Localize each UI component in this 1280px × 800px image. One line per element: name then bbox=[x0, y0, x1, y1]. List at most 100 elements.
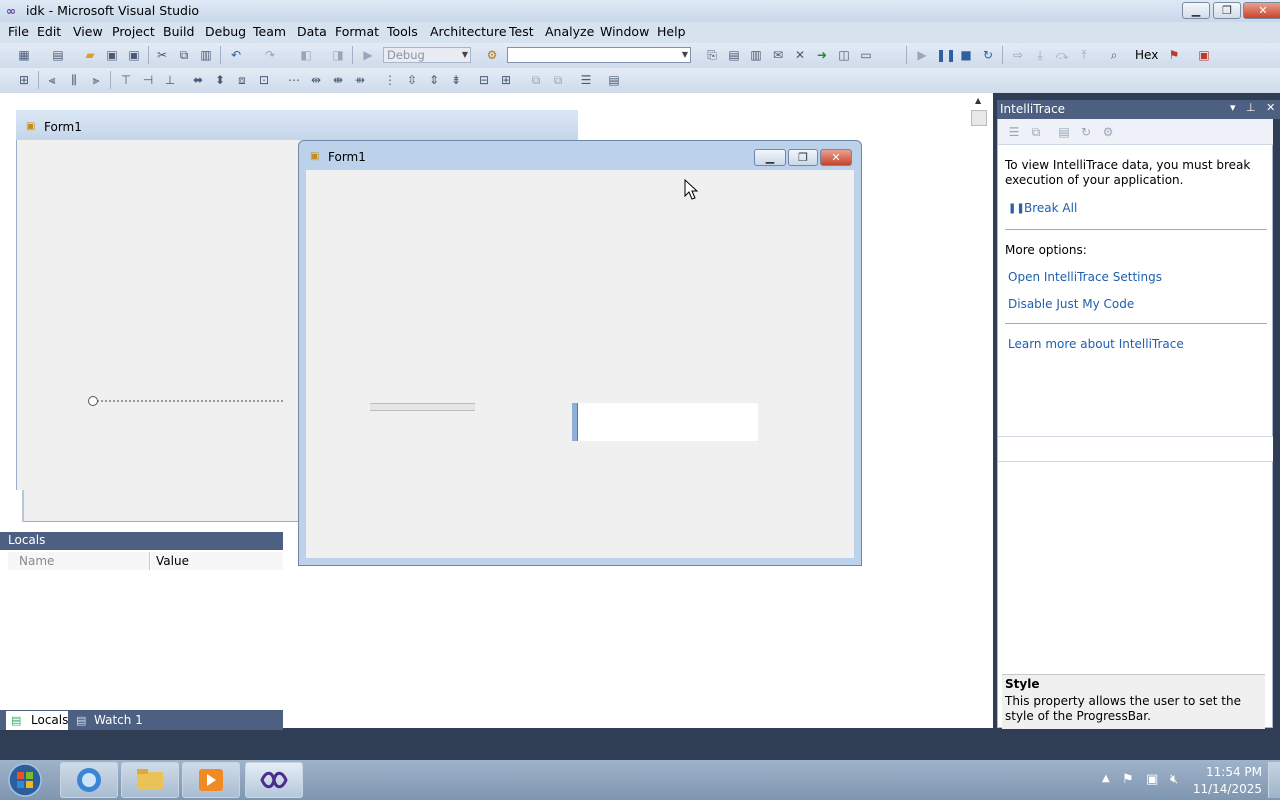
resize-handle[interactable] bbox=[88, 396, 98, 406]
align-middles-icon[interactable]: ⊣ bbox=[140, 73, 156, 87]
form-maximize-button[interactable]: ❐ bbox=[788, 149, 818, 166]
textbox[interactable] bbox=[572, 403, 758, 441]
redo-icon[interactable]: ↷ bbox=[262, 48, 278, 62]
taskbar-explorer-button[interactable] bbox=[121, 762, 179, 798]
save-all-icon[interactable]: ▣ bbox=[126, 48, 142, 62]
make-same-size-icon[interactable]: ⧈ bbox=[234, 73, 250, 87]
new-project-icon[interactable]: ▦ bbox=[16, 48, 32, 62]
restore-button[interactable]: ❐ bbox=[1213, 2, 1241, 19]
start-debugging-icon[interactable]: ▶ bbox=[360, 48, 376, 62]
refresh-icon[interactable]: ↻ bbox=[1078, 125, 1094, 139]
decrease-horizontal-spacing-icon[interactable]: ⇼ bbox=[330, 73, 346, 87]
command-window-icon[interactable]: ▭ bbox=[858, 48, 874, 62]
make-vertical-spacing-equal-icon[interactable]: ⋮ bbox=[382, 73, 398, 87]
taskbar-visual-studio-button[interactable] bbox=[245, 762, 303, 798]
close-icon[interactable]: ✕ bbox=[1266, 101, 1275, 114]
menu-data[interactable]: Data bbox=[297, 24, 327, 39]
menu-tools[interactable]: Tools bbox=[387, 24, 418, 39]
size-to-grid-icon[interactable]: ⊡ bbox=[256, 73, 272, 87]
clock-time[interactable]: 11:54 PM bbox=[1190, 765, 1262, 779]
close-button[interactable]: ✕ bbox=[1243, 2, 1280, 19]
restart-icon[interactable]: ↻ bbox=[980, 48, 996, 62]
menu-analyze[interactable]: Analyze bbox=[545, 24, 594, 39]
settings-icon[interactable]: ⚙ bbox=[1100, 125, 1116, 139]
break-all-icon[interactable]: ❚❚ bbox=[936, 48, 956, 62]
paste-icon[interactable]: ▥ bbox=[198, 48, 214, 62]
send-to-back-icon[interactable]: ⧉ bbox=[550, 73, 566, 87]
copy-icon[interactable]: ⧉ bbox=[176, 48, 192, 62]
show-next-statement-icon[interactable]: ⇨ bbox=[1010, 48, 1026, 62]
learn-more-link[interactable]: Learn more about IntelliTrace bbox=[1008, 337, 1184, 351]
menu-team[interactable]: Team bbox=[253, 24, 286, 39]
bring-to-front-icon[interactable]: ⧉ bbox=[528, 73, 544, 87]
cut-icon[interactable]: ✂ bbox=[154, 48, 170, 62]
show-hidden-icons-icon[interactable]: ▲ bbox=[1102, 773, 1110, 784]
properties-icon[interactable]: ▥ bbox=[748, 48, 764, 62]
undo-icon[interactable]: ↶ bbox=[228, 48, 244, 62]
taskbar-ie-button[interactable] bbox=[60, 762, 118, 798]
minimize-button[interactable]: ▁ bbox=[1182, 2, 1210, 19]
menu-window[interactable]: Window bbox=[600, 24, 649, 39]
step-into-icon[interactable]: ⤓ bbox=[1032, 48, 1048, 62]
find-in-files-icon[interactable]: ⎘ bbox=[704, 48, 720, 62]
menu-file[interactable]: File bbox=[8, 24, 29, 39]
add-item-icon[interactable]: ▤ bbox=[50, 48, 66, 62]
menu-help[interactable]: Help bbox=[657, 24, 686, 39]
break-all-link[interactable]: Break All bbox=[1024, 201, 1077, 215]
menu-debug[interactable]: Debug bbox=[205, 24, 246, 39]
hex-display-toggle[interactable]: Hex bbox=[1135, 48, 1158, 62]
make-same-height-icon[interactable]: ⬍ bbox=[212, 73, 228, 87]
remove-horizontal-spacing-icon[interactable]: ⇻ bbox=[352, 73, 368, 87]
network-icon[interactable]: ▣ bbox=[1146, 772, 1158, 787]
clock-date[interactable]: 11/14/2025 bbox=[1190, 782, 1262, 796]
filter-icon[interactable]: ⧉ bbox=[1028, 125, 1044, 139]
object-browser-icon[interactable]: ✉ bbox=[770, 48, 786, 62]
form-close-button[interactable]: ✕ bbox=[820, 149, 852, 166]
form-minimize-button[interactable]: ▁ bbox=[754, 149, 786, 166]
make-same-width-icon[interactable]: ⬌ bbox=[190, 73, 206, 87]
menu-architecture[interactable]: Architecture bbox=[430, 24, 507, 39]
pin-icon[interactable]: ⊥ bbox=[1246, 101, 1256, 114]
navigate-forward-icon[interactable]: ◨ bbox=[330, 48, 346, 62]
align-lefts-icon[interactable]: ⫷ bbox=[44, 73, 60, 87]
lock-controls-icon[interactable]: ▤ bbox=[606, 73, 622, 87]
open-folder-icon[interactable]: ▰ bbox=[82, 48, 98, 62]
open-intellitrace-settings-link[interactable]: Open IntelliTrace Settings bbox=[1008, 270, 1162, 284]
align-to-grid-icon[interactable]: ⊞ bbox=[16, 73, 32, 87]
panel-splitter[interactable] bbox=[998, 436, 1273, 462]
save-icon[interactable]: ▣ bbox=[104, 48, 120, 62]
decrease-vertical-spacing-icon[interactable]: ⇕ bbox=[426, 73, 442, 87]
increase-vertical-spacing-icon[interactable]: ⇳ bbox=[404, 73, 420, 87]
stop-debugging-icon[interactable]: ■ bbox=[958, 48, 974, 62]
menu-view[interactable]: View bbox=[73, 24, 103, 39]
volume-muted-icon[interactable]: 🔇︎ bbox=[1170, 772, 1178, 787]
toolbox-icon[interactable]: ✕ bbox=[792, 48, 808, 62]
remove-vertical-spacing-icon[interactable]: ⇟ bbox=[448, 73, 464, 87]
tab-watch-1[interactable]: Watch 1 bbox=[94, 713, 143, 727]
make-horizontal-spacing-equal-icon[interactable]: ⋯ bbox=[286, 73, 302, 87]
extension-manager-icon[interactable]: ◫ bbox=[836, 48, 852, 62]
align-tops-icon[interactable]: ⊤ bbox=[118, 73, 134, 87]
align-rights-icon[interactable]: ⫸ bbox=[88, 73, 104, 87]
open-log-icon[interactable]: ▤ bbox=[1056, 125, 1072, 139]
show-desktop-button[interactable] bbox=[1268, 762, 1280, 798]
menu-test[interactable]: Test bbox=[509, 24, 534, 39]
increase-horizontal-spacing-icon[interactable]: ⇹ bbox=[308, 73, 324, 87]
align-bottoms-icon[interactable]: ⊥ bbox=[162, 73, 178, 87]
action-center-flag-icon[interactable]: ⚑ bbox=[1122, 772, 1134, 787]
breakpoints-icon[interactable]: ⚑ bbox=[1166, 48, 1182, 62]
tab-order-icon[interactable]: ☰ bbox=[578, 73, 594, 87]
align-centers-icon[interactable]: ⫼ bbox=[66, 73, 82, 87]
menu-edit[interactable]: Edit bbox=[37, 24, 61, 39]
solution-configuration-dropdown[interactable]: Debug ▼ bbox=[383, 47, 471, 63]
list-icon[interactable]: ☰ bbox=[1006, 125, 1022, 139]
column-header-name[interactable]: Name bbox=[8, 552, 150, 570]
menu-format[interactable]: Format bbox=[335, 24, 379, 39]
find-icon[interactable]: ⌕ bbox=[1106, 48, 1122, 62]
navigate-back-icon[interactable]: ◧ bbox=[298, 48, 314, 62]
scroll-up-icon[interactable]: ▲ bbox=[975, 96, 981, 105]
solution-explorer-icon[interactable]: ▤ bbox=[726, 48, 742, 62]
center-vertically-icon[interactable]: ⊞ bbox=[498, 73, 514, 87]
menu-build[interactable]: Build bbox=[163, 24, 194, 39]
disable-just-my-code-link[interactable]: Disable Just My Code bbox=[1008, 297, 1134, 311]
